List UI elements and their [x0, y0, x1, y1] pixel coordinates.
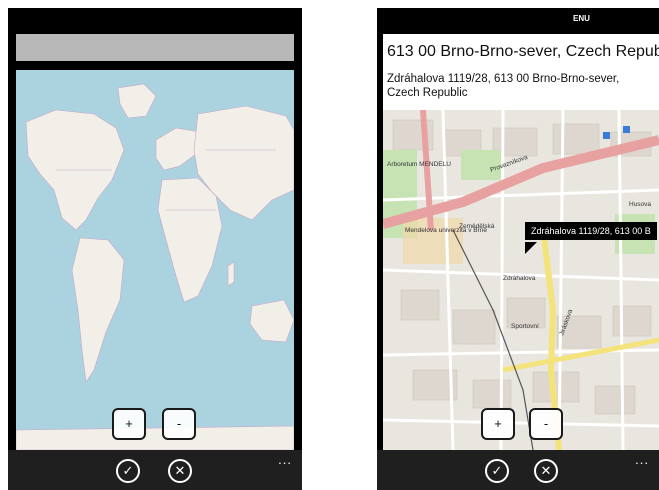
search-input[interactable]	[383, 34, 659, 70]
status-bar	[8, 8, 302, 30]
status-bar: ENU	[377, 8, 659, 30]
location-pushpin[interactable]: Zdráhalova 1119/28, 613 00 B	[525, 222, 657, 254]
map-label: Zdráhalova	[503, 275, 536, 282]
app-bar: ✓ ✕ ...	[377, 450, 659, 490]
close-circle-icon[interactable]: ✕	[534, 459, 558, 483]
street-map-svg: Provazníkova Arboretum MENDELU Mendelova…	[383, 110, 659, 450]
zoom-in-button[interactable]: +	[481, 408, 515, 440]
map-label: Sportovní	[511, 323, 539, 330]
pushpin-tail	[525, 242, 537, 254]
check-circle-icon[interactable]: ✓	[485, 459, 509, 483]
zoom-out-button[interactable]: -	[529, 408, 563, 440]
language-indicator: ENU	[573, 14, 590, 23]
map-label: Arboretum MENDELU	[387, 161, 451, 168]
world-map-svg	[16, 70, 294, 450]
world-map[interactable]	[16, 70, 294, 450]
app-bar: ✓ ✕ ...	[8, 450, 302, 490]
address-text: Zdráhalova 1119/28, 613 00 Brno-Brno-sev…	[383, 70, 659, 110]
check-circle-icon[interactable]: ✓	[116, 459, 140, 483]
zoom-out-button[interactable]: -	[162, 408, 196, 440]
search-input[interactable]	[16, 34, 294, 61]
map-label: Husova	[629, 201, 651, 208]
more-options-button[interactable]: ...	[278, 452, 292, 467]
pushpin-label: Zdráhalova 1119/28, 613 00 B	[531, 226, 651, 236]
close-circle-icon[interactable]: ✕	[168, 459, 192, 483]
phone-left: + - ✓ ✕ ...	[8, 8, 302, 490]
zoom-in-button[interactable]: +	[112, 408, 146, 440]
map-label: Zemědělská	[459, 223, 495, 230]
street-map[interactable]: Provazníkova Arboretum MENDELU Mendelova…	[383, 110, 659, 450]
phone-right: ENU Zdráhalova 1119/28, 613 00 Brno-Brno…	[377, 8, 659, 490]
more-options-button[interactable]: ...	[635, 452, 649, 467]
